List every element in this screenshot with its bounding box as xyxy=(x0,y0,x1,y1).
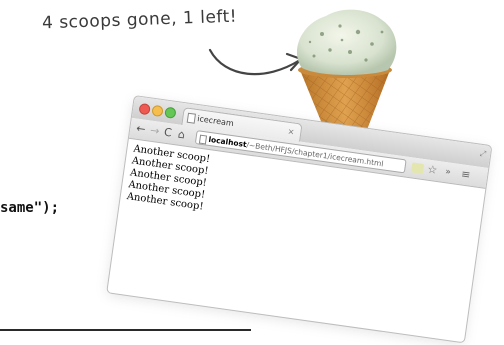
tab-title: icecream xyxy=(196,114,235,129)
url-host: localhost xyxy=(207,134,248,150)
handwritten-annotation: 4 scoops gone, 1 left! xyxy=(41,6,238,34)
menu-icon[interactable]: ≡ xyxy=(460,167,471,182)
page-icon xyxy=(198,134,208,145)
divider-line xyxy=(0,329,251,331)
code-fragment: same"); xyxy=(0,200,60,216)
forward-button[interactable]: → xyxy=(149,124,160,139)
more-icon[interactable]: » xyxy=(444,165,452,180)
home-button[interactable]: ⌂ xyxy=(177,128,186,143)
back-button[interactable]: ← xyxy=(135,122,147,137)
minimize-window-button[interactable] xyxy=(151,104,164,118)
expand-icon[interactable]: ⤢ xyxy=(479,149,487,160)
reload-button[interactable]: C xyxy=(163,126,172,141)
zoom-window-button[interactable] xyxy=(164,106,177,119)
browser-window: icecream × ⤢ ← → C ⌂ localhost/~Beth/HFJ… xyxy=(106,95,493,344)
extension-icon[interactable] xyxy=(410,162,425,174)
tab-close-icon[interactable]: × xyxy=(286,123,295,142)
close-window-button[interactable] xyxy=(138,102,151,116)
document-icon xyxy=(186,112,196,124)
star-icon[interactable]: ☆ xyxy=(427,163,439,178)
